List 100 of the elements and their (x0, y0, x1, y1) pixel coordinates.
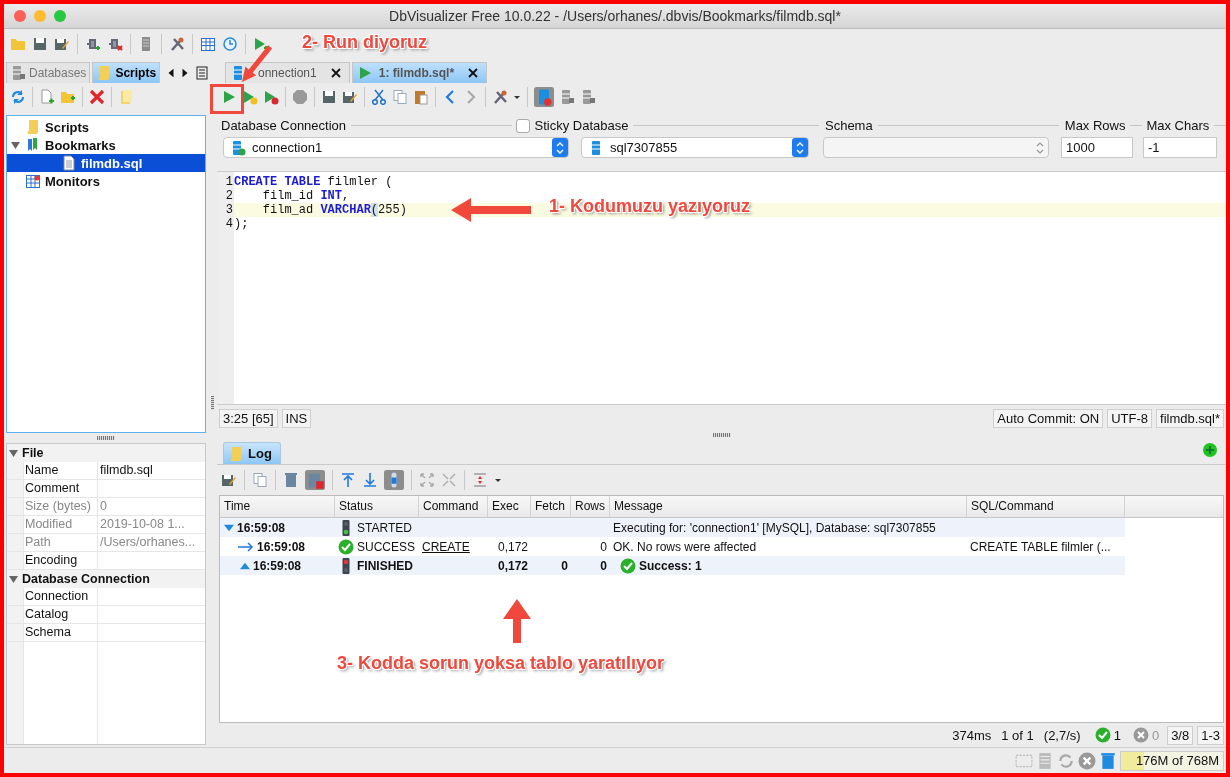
tree-item[interactable]: Monitors (7, 172, 205, 190)
max-chars-field[interactable]: -1 (1143, 137, 1217, 159)
splitter-handle[interactable] (712, 433, 731, 438)
plug-remove-icon[interactable] (107, 36, 123, 52)
play-dot-icon[interactable] (263, 88, 279, 105)
stop-icon[interactable] (292, 88, 308, 105)
command-link[interactable]: CREATE (422, 539, 470, 554)
close-window-button[interactable] (14, 10, 26, 22)
table-cell: 0,172 (497, 539, 528, 554)
database-icon[interactable] (580, 88, 596, 105)
column-header[interactable]: Status (335, 496, 419, 518)
field-label: Max Rows (1064, 118, 1126, 134)
stepper-icon[interactable] (792, 138, 808, 158)
splitter-handle[interactable] (211, 396, 214, 410)
check-icon (338, 538, 354, 555)
tree-item[interactable]: filmdb.sql (7, 154, 205, 172)
file-add-icon[interactable] (39, 89, 55, 105)
play-dot-icon[interactable] (242, 88, 258, 105)
database-icon[interactable] (559, 88, 575, 105)
property-name: Connection (25, 588, 90, 605)
trash-icon[interactable] (283, 472, 299, 489)
annotation-text: 2- Run diyoruz (302, 32, 427, 53)
database-dropdown[interactable]: sql7307855 (581, 137, 809, 159)
duration-text: 374ms (951, 727, 993, 743)
log-row[interactable]: 16:59:08 STARTED Executing for: 'connection1' [MySQL], Database: sql7307855 (220, 518, 1125, 538)
add-icon[interactable] (1202, 442, 1218, 459)
left-arrow-icon[interactable] (166, 67, 177, 78)
floppy-pencil-icon[interactable] (221, 472, 237, 489)
code-line: ); (234, 216, 250, 231)
column-header[interactable]: Command (419, 496, 488, 518)
column-header[interactable]: Time (220, 496, 335, 518)
property-value: filmdb.sql (100, 462, 153, 479)
delete-icon[interactable] (89, 89, 105, 105)
trash-toggle-icon[interactable] (305, 470, 325, 491)
clipboard-icon[interactable] (413, 88, 429, 105)
tools-icon[interactable] (492, 88, 508, 105)
scissors-icon[interactable] (371, 88, 387, 105)
auto-commit-status: Auto Commit: ON (993, 409, 1104, 428)
max-rows-field[interactable]: 1000 (1061, 137, 1133, 159)
table-cell: Executing for: 'connection1' [MySQL], Database: sql7307855 (613, 520, 936, 535)
copy-icon[interactable] (252, 472, 268, 489)
stepper-icon[interactable] (552, 138, 568, 158)
refresh-icon[interactable] (1057, 751, 1075, 770)
expand-arrow-icon (224, 522, 234, 533)
tree-item[interactable]: Bookmarks (7, 136, 205, 154)
trash-icon[interactable] (1099, 751, 1117, 770)
clock-icon[interactable] (222, 36, 238, 52)
table-cell: 0 (600, 558, 607, 573)
property-name: Catalog (25, 606, 70, 623)
refresh-icon[interactable] (10, 89, 26, 105)
arrow-up-icon[interactable] (340, 472, 356, 489)
database-toggle-icon[interactable] (534, 86, 554, 107)
plug-add-icon[interactable] (85, 36, 101, 52)
column-header[interactable]: Rows (571, 496, 610, 518)
property-name: Modified (25, 516, 74, 533)
sticky-database-checkbox[interactable] (515, 118, 530, 133)
property-group[interactable]: File (7, 444, 205, 462)
collapse-icon[interactable] (441, 472, 457, 489)
copy-icon[interactable] (392, 88, 408, 105)
log-row[interactable]: 16:59:08 SUCCESS CREATE 0,172 0 OK. No rows were affected CREATE TABLE filmler (... (220, 537, 1125, 557)
line-number: 3 (224, 202, 234, 217)
expand-arrow-icon[interactable] (9, 574, 18, 584)
floppy-pencil-icon[interactable] (54, 36, 70, 52)
cursor-position: 3:25 [65] (219, 409, 278, 428)
expand-arrow-icon[interactable] (10, 140, 20, 150)
folder-add-icon[interactable] (60, 89, 76, 105)
log-tab[interactable]: Log (223, 442, 281, 465)
column-header[interactable]: Exec (488, 496, 531, 518)
expand-arrow-icon[interactable] (9, 448, 18, 458)
close-icon[interactable] (468, 67, 479, 78)
line-number: 1 (224, 174, 234, 189)
splitter-handle[interactable] (97, 436, 115, 440)
editor-tab[interactable]: onnection1 (225, 61, 350, 83)
log-row[interactable]: 16:59:08 FINISHED 0,172 0 0 Success: 1 (220, 556, 1125, 576)
position-status: 3/8 (1167, 725, 1194, 745)
editor-tab[interactable]: 1: filmdb.sql* (351, 61, 488, 83)
file-icon (61, 155, 77, 171)
sidebar-tab[interactable]: Databases (6, 62, 91, 83)
tools-icon[interactable] (169, 36, 185, 52)
caret-icon[interactable] (494, 476, 502, 485)
arrow-down-icon[interactable] (362, 472, 378, 489)
close-icon[interactable] (330, 67, 341, 78)
check-icon (620, 557, 636, 574)
tree-item[interactable]: Scripts (7, 118, 205, 136)
sidebar-tab[interactable]: Scripts (92, 62, 161, 83)
table-cell: 0 (600, 539, 607, 554)
error-icon[interactable] (1078, 751, 1096, 770)
row-height-icon[interactable] (472, 472, 488, 489)
column-header[interactable]: Message (610, 496, 967, 518)
check-icon (1094, 727, 1111, 743)
connection-dropdown[interactable]: connection1 (223, 137, 569, 159)
calendar-icon[interactable] (200, 36, 216, 52)
property-group[interactable]: Database Connection (7, 570, 205, 588)
column-header[interactable]: Fetch (531, 496, 571, 518)
expand-icon[interactable] (419, 472, 435, 489)
table-cell: 16:59:08 (257, 539, 306, 554)
play-icon[interactable] (221, 88, 237, 105)
column-header[interactable]: SQL/Command (967, 496, 1125, 518)
scroll-lock-icon[interactable] (384, 470, 404, 491)
table-cell: 0 (561, 558, 568, 573)
